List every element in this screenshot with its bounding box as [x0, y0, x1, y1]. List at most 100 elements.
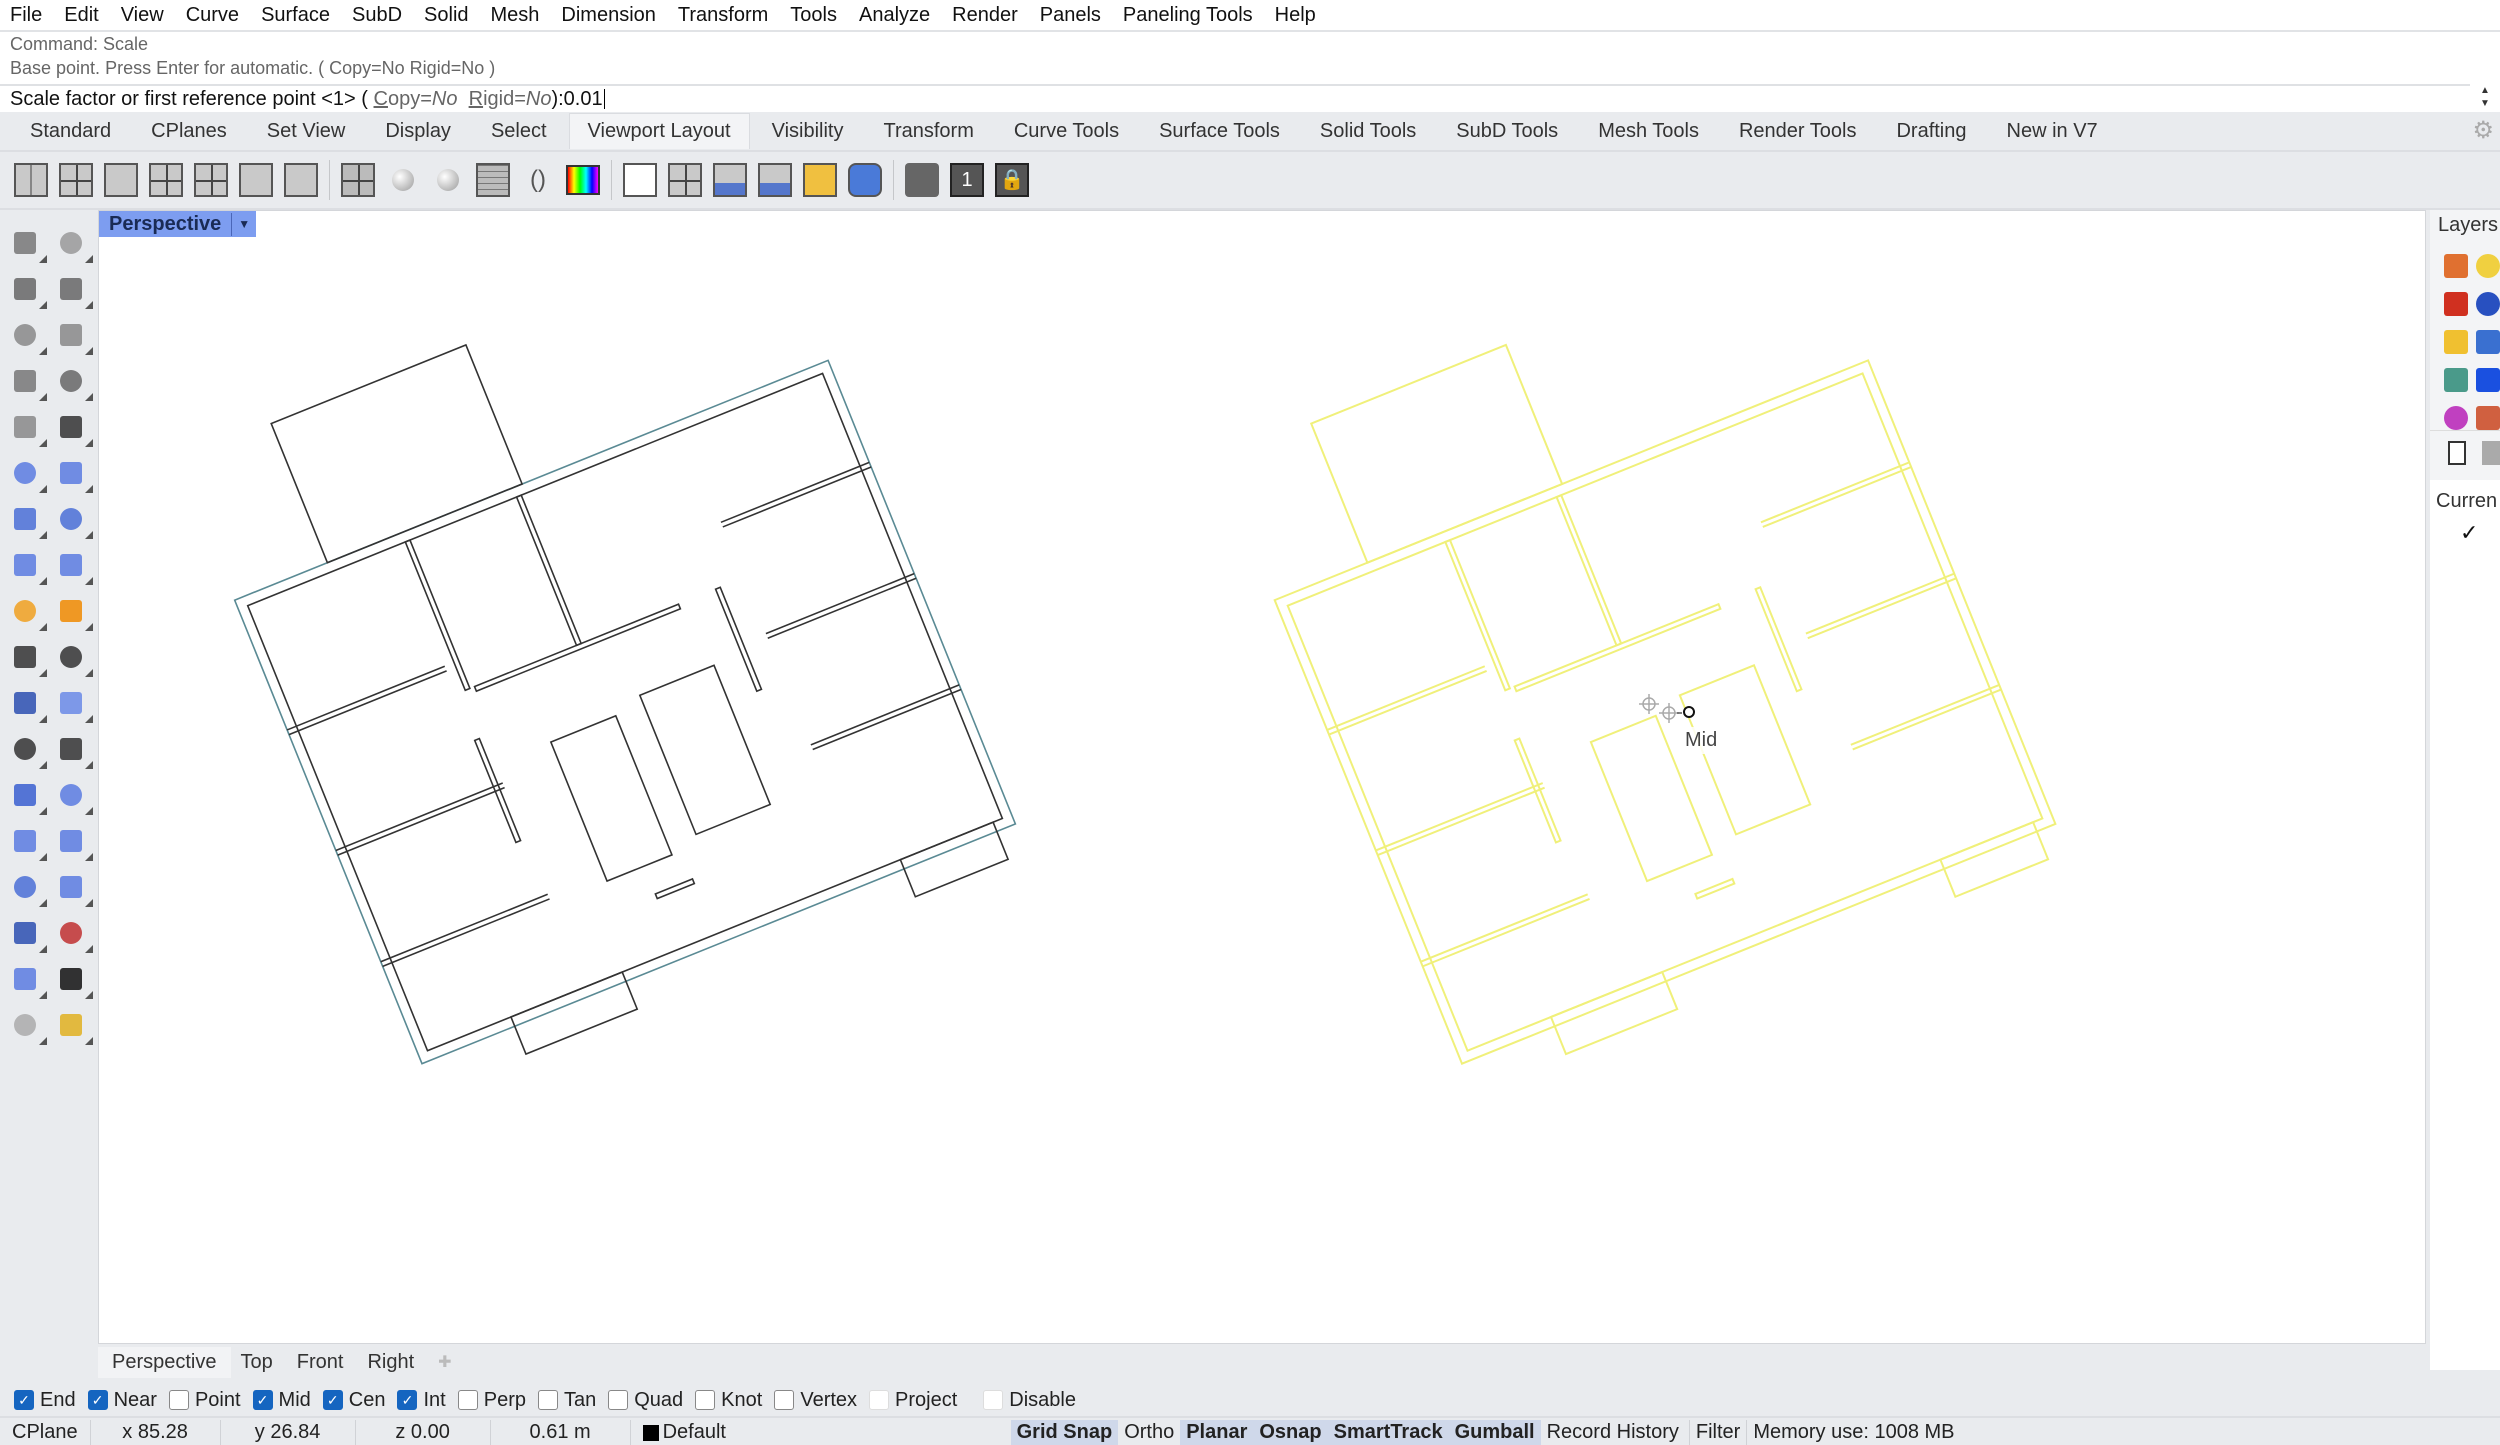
option-copy[interactable]: Copy=No: [368, 88, 458, 111]
osnap-disable[interactable]: Disable: [983, 1389, 1076, 1412]
menu-item-render[interactable]: Render: [952, 4, 1018, 27]
osnap-quad[interactable]: Quad: [608, 1389, 683, 1412]
viewport-tab-perspective[interactable]: Perspective: [98, 1346, 231, 1378]
tab-curve-tools[interactable]: Curve Tools: [1014, 114, 1119, 149]
offset-curve-icon[interactable]: [7, 731, 47, 769]
ellipse-icon[interactable]: [53, 317, 93, 355]
join-icon[interactable]: [7, 593, 47, 631]
check-icon[interactable]: [53, 961, 93, 999]
checkbox-tan[interactable]: [537, 1390, 558, 1410]
menu-item-help[interactable]: Help: [1275, 4, 1316, 27]
sun-icon[interactable]: [2444, 292, 2468, 316]
four-viewports-icon[interactable]: [59, 163, 93, 197]
checkbox-disable[interactable]: [983, 1390, 1004, 1410]
menu-item-surface[interactable]: Surface: [261, 4, 330, 27]
tab-display[interactable]: Display: [385, 114, 451, 149]
menu-item-subd[interactable]: SubD: [352, 4, 402, 27]
perspective-sphere-icon[interactable]: [386, 163, 420, 197]
osnap-tan[interactable]: Tan: [537, 1389, 596, 1412]
point-icon[interactable]: [53, 225, 93, 263]
new-layout-icon[interactable]: [623, 163, 657, 197]
menu-item-view[interactable]: View: [121, 4, 164, 27]
gear-icon[interactable]: ⚙: [2472, 116, 2494, 145]
polygon-icon[interactable]: [7, 409, 47, 447]
curve-icon[interactable]: [53, 271, 93, 309]
tab-visibility[interactable]: Visibility: [772, 114, 844, 149]
copy-layer-icon[interactable]: [2482, 441, 2500, 465]
project-icon[interactable]: [53, 869, 93, 907]
align-icon[interactable]: [53, 915, 93, 953]
tab-new-in-v7[interactable]: New in V7: [2007, 114, 2098, 149]
menu-item-analyze[interactable]: Analyze: [859, 4, 930, 27]
tab-transform[interactable]: Transform: [883, 114, 973, 149]
add-viewport-tab-icon[interactable]: ✚: [438, 1348, 451, 1376]
sphere-icon[interactable]: [53, 501, 93, 539]
render-icon[interactable]: [53, 1007, 93, 1045]
rebuild-curve-icon[interactable]: [53, 731, 93, 769]
viewport-tab-right[interactable]: Right: [367, 1347, 414, 1378]
current-layer-check-icon[interactable]: ✓: [2460, 520, 2478, 546]
select-icon[interactable]: [7, 225, 47, 263]
menu-item-panels[interactable]: Panels: [1040, 4, 1101, 27]
maximize-viewport-icon[interactable]: [149, 163, 183, 197]
group-icon[interactable]: [7, 823, 47, 861]
menu-item-dimension[interactable]: Dimension: [561, 4, 655, 27]
tab-render-tools[interactable]: Render Tools: [1739, 114, 1856, 149]
tab-cplanes[interactable]: CPlanes: [151, 114, 227, 149]
floor-plan-selected[interactable]: [1218, 221, 2066, 1091]
checkbox-point[interactable]: [168, 1390, 189, 1410]
checkbox-vertex[interactable]: [774, 1390, 795, 1410]
split-icon[interactable]: [7, 639, 47, 677]
checkbox-project[interactable]: [869, 1390, 890, 1410]
grid-icon[interactable]: [2444, 368, 2468, 392]
box-icon[interactable]: [7, 501, 47, 539]
osnap-cen[interactable]: ✓ Cen: [322, 1389, 385, 1412]
orient-icon[interactable]: [53, 823, 93, 861]
osnap-end[interactable]: ✓ End: [14, 1389, 76, 1412]
material-icon[interactable]: [2476, 292, 2500, 316]
split-vertical-icon[interactable]: [14, 163, 48, 197]
tab-subd-tools[interactable]: SubD Tools: [1456, 114, 1558, 149]
viewport-tab-top[interactable]: Top: [241, 1347, 273, 1378]
lightbulb-icon[interactable]: [2476, 254, 2500, 278]
extrude-surface-icon[interactable]: [53, 455, 93, 493]
circle-icon[interactable]: [7, 317, 47, 355]
model-canvas[interactable]: [99, 211, 2427, 1345]
checkbox-cen[interactable]: ✓: [322, 1390, 343, 1410]
solid-edit-icon[interactable]: [7, 869, 47, 907]
explode-icon[interactable]: [53, 593, 93, 631]
checkbox-end[interactable]: ✓: [14, 1390, 34, 1410]
checkbox-perp[interactable]: [457, 1390, 478, 1410]
menu-item-paneling-tools[interactable]: Paneling Tools: [1123, 4, 1253, 27]
rectangle-icon[interactable]: [53, 363, 93, 401]
osnap-int[interactable]: ✓ Int: [397, 1389, 446, 1412]
checkbox-knot[interactable]: [695, 1390, 716, 1410]
surface-icon[interactable]: [7, 455, 47, 493]
help-icon[interactable]: [2476, 330, 2500, 354]
folder-icon[interactable]: [2444, 330, 2468, 354]
camera-icon[interactable]: [848, 163, 882, 197]
open-viewport-icon[interactable]: [803, 163, 837, 197]
two-point-perspective-icon[interactable]: [431, 163, 465, 197]
single-viewport-icon[interactable]: [104, 163, 138, 197]
color-wheel-icon[interactable]: [2444, 406, 2468, 430]
lock-viewport-icon[interactable]: 🔒: [995, 163, 1029, 197]
move-icon[interactable]: [53, 777, 93, 815]
viewport-layout-icon[interactable]: [194, 163, 228, 197]
tab-drafting[interactable]: Drafting: [1896, 114, 1966, 149]
toggle-ortho[interactable]: Ortho: [1118, 1420, 1180, 1445]
grid-axes-icon[interactable]: [476, 163, 510, 197]
layers-panel-title[interactable]: Layers: [2438, 214, 2498, 237]
analyze-icon[interactable]: [7, 961, 47, 999]
viewport-tab-front[interactable]: Front: [297, 1347, 344, 1378]
color-display-icon[interactable]: [566, 165, 600, 195]
viewport-number-icon[interactable]: 1: [950, 163, 984, 197]
toggle-filter[interactable]: Filter: [1690, 1420, 1746, 1445]
toggle-planar[interactable]: Planar: [1180, 1420, 1254, 1445]
floor-plan-original[interactable]: [178, 221, 1026, 1091]
patch-surface-icon[interactable]: [53, 547, 93, 585]
tab-viewport-layout[interactable]: Viewport Layout: [568, 113, 750, 149]
command-value[interactable]: 0.01: [564, 88, 603, 111]
menu-item-tools[interactable]: Tools: [790, 4, 837, 27]
capture-to-file-icon[interactable]: [758, 163, 792, 197]
